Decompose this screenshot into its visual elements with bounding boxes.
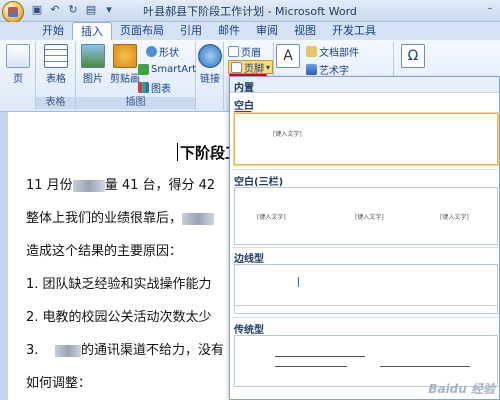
chart-icon: [138, 81, 149, 93]
traditional-rule: [275, 366, 347, 367]
tab-references[interactable]: 引用: [172, 22, 210, 40]
redacted-block: [182, 212, 215, 225]
picture-label: 图片: [83, 74, 103, 85]
sideline-rule: [235, 305, 497, 313]
window-controls: –: [482, 2, 498, 16]
sideline-mark: [298, 277, 299, 287]
symbol-button[interactable]: Ω: [398, 44, 428, 70]
links-group: 链接: [196, 42, 224, 110]
omega-icon: Ω: [401, 44, 425, 68]
pages-button[interactable]: 页: [3, 44, 33, 85]
header-icon: [228, 45, 239, 57]
footer-button[interactable]: 页脚 ▾: [228, 60, 274, 75]
smartart-label: SmartArt: [151, 63, 197, 75]
link-icon: [198, 44, 222, 68]
footer-gallery-dropdown: 内置 空白 [键入文字] 空白(三栏) [键入文字] [键入文字] [键入文字]…: [229, 76, 500, 400]
doc-line-3: 造成这个结果的主要原因：: [26, 244, 183, 259]
ribbon-tabs: 开始 插入 页面布局 引用 邮件 审阅 视图 开发工具: [0, 22, 500, 43]
footer-option-blank[interactable]: [键入文字]: [234, 113, 498, 165]
chevron-down-icon: ▾: [266, 62, 271, 72]
doc-line-6-pre: 3.: [26, 343, 39, 358]
divider: [232, 247, 498, 248]
wordart-label: 艺术字: [319, 65, 349, 77]
textbox-button[interactable]: A: [276, 44, 300, 70]
chart-label: 图表: [151, 83, 171, 95]
doc-line-2: 整体上我们的业绩很靠后，: [26, 207, 215, 226]
document-page[interactable]: 下阶段工 11 月份量 41 台，得分 42 整体上我们的业绩很靠后， 造成这个…: [8, 112, 240, 400]
doc-line-4: 1. 团队缺乏经验和实战操作能力: [26, 277, 212, 292]
vertical-ruler: [0, 112, 8, 400]
tab-page-layout[interactable]: 页面布局: [112, 22, 172, 40]
link-label: 链接: [200, 74, 220, 85]
doc-line-6: 3. 的通讯渠道不给力，没有: [26, 339, 224, 358]
section-label-sideline: 边线型: [234, 254, 264, 265]
pages-group: 页: [0, 42, 36, 110]
picture-button[interactable]: 图片: [78, 44, 108, 85]
link-button[interactable]: 链接: [196, 44, 224, 85]
doc-line-6-post: 的通讯渠道不给力，没有: [80, 343, 224, 358]
header-button[interactable]: 页眉: [228, 44, 261, 59]
section-label-traditional: 传统型: [234, 325, 264, 336]
smartart-button[interactable]: SmartArt: [138, 62, 196, 76]
docparts-button[interactable]: 文档部件: [306, 44, 359, 59]
shapes-label: 形状: [159, 47, 179, 59]
traditional-rule: [275, 356, 365, 357]
doc-line-1: 11 月份 量 41 台，得分 42: [26, 174, 215, 193]
divider: [232, 317, 498, 318]
doc-line-5: 2. 电教的校园公关活动次数太少: [26, 310, 212, 325]
table-button[interactable]: 表格: [41, 44, 71, 85]
textbox-icon: A: [276, 44, 300, 68]
traditional-rule: [380, 366, 470, 367]
clipart-button[interactable]: 剪贴画: [108, 44, 142, 85]
placeholder-text: [键入文字]: [355, 214, 384, 221]
footer-option-blank-three-col[interactable]: [键入文字] [键入文字] [键入文字]: [234, 187, 498, 245]
watermark-logo: Baidu 经验: [428, 382, 495, 396]
chart-button[interactable]: 图表: [138, 80, 171, 95]
section-label-blank: 空白: [234, 101, 254, 112]
placeholder-text: [键入文字]: [273, 131, 302, 138]
gallery-builtin-header: 内置: [230, 77, 499, 94]
tables-group: 表格 表格: [36, 42, 76, 110]
clipart-icon: [113, 44, 137, 68]
page-icon: [6, 44, 30, 68]
illustrations-group: 图片 剪贴画 形状 SmartArt 图表 插图: [76, 42, 196, 110]
tab-developer[interactable]: 开发工具: [324, 22, 384, 40]
tables-group-label: 表格: [36, 97, 75, 109]
footer-option-sideline[interactable]: [234, 264, 498, 314]
shapes-button[interactable]: 形状: [146, 44, 179, 59]
tab-insert[interactable]: 插入: [72, 22, 112, 43]
table-label: 表格: [46, 74, 66, 85]
tab-home[interactable]: 开始: [34, 22, 72, 40]
divider: [232, 169, 498, 170]
footer-icon: [231, 61, 242, 73]
tab-view[interactable]: 视图: [286, 22, 324, 40]
wordart-button[interactable]: 艺术字: [306, 62, 349, 77]
doc-line-7: 如何调整：: [26, 376, 92, 391]
table-icon: [44, 44, 68, 68]
pages-label: 页: [13, 74, 23, 85]
doc-line-1-pre: 11 月份: [26, 178, 73, 193]
header-label: 页眉: [241, 47, 261, 59]
tab-review[interactable]: 审阅: [248, 22, 286, 40]
redacted-block: [72, 179, 105, 192]
clipart-label: 剪贴画: [110, 74, 140, 85]
docparts-icon: [306, 45, 317, 57]
docparts-label: 文档部件: [319, 47, 359, 59]
illustrations-group-label: 插图: [76, 97, 195, 109]
smartart-icon: [138, 63, 149, 75]
wordart-icon: [306, 63, 317, 75]
placeholder-text: [键入文字]: [257, 214, 286, 221]
doc-line-2-text: 整体上我们的业绩很靠后，: [26, 211, 183, 226]
section-label-blank-three-col: 空白(三栏): [234, 177, 284, 188]
picture-icon: [81, 44, 105, 68]
shapes-icon: [146, 45, 157, 57]
window-title: 叶县郝县下阶段工作计划 - Microsoft Word: [143, 5, 357, 18]
minimize-icon[interactable]: –: [482, 2, 498, 16]
footer-label: 页脚: [244, 63, 264, 75]
doc-line-1-post: 量 41 台，得分 42: [104, 178, 216, 193]
title-bar: ▣ ↶ ↻ ▤ ▾ 叶县郝县下阶段工作计划 - Microsoft Word –: [0, 0, 500, 23]
placeholder-text: [键入文字]: [440, 214, 469, 221]
redacted-block: [54, 344, 81, 357]
tab-mailings[interactable]: 邮件: [210, 22, 248, 40]
